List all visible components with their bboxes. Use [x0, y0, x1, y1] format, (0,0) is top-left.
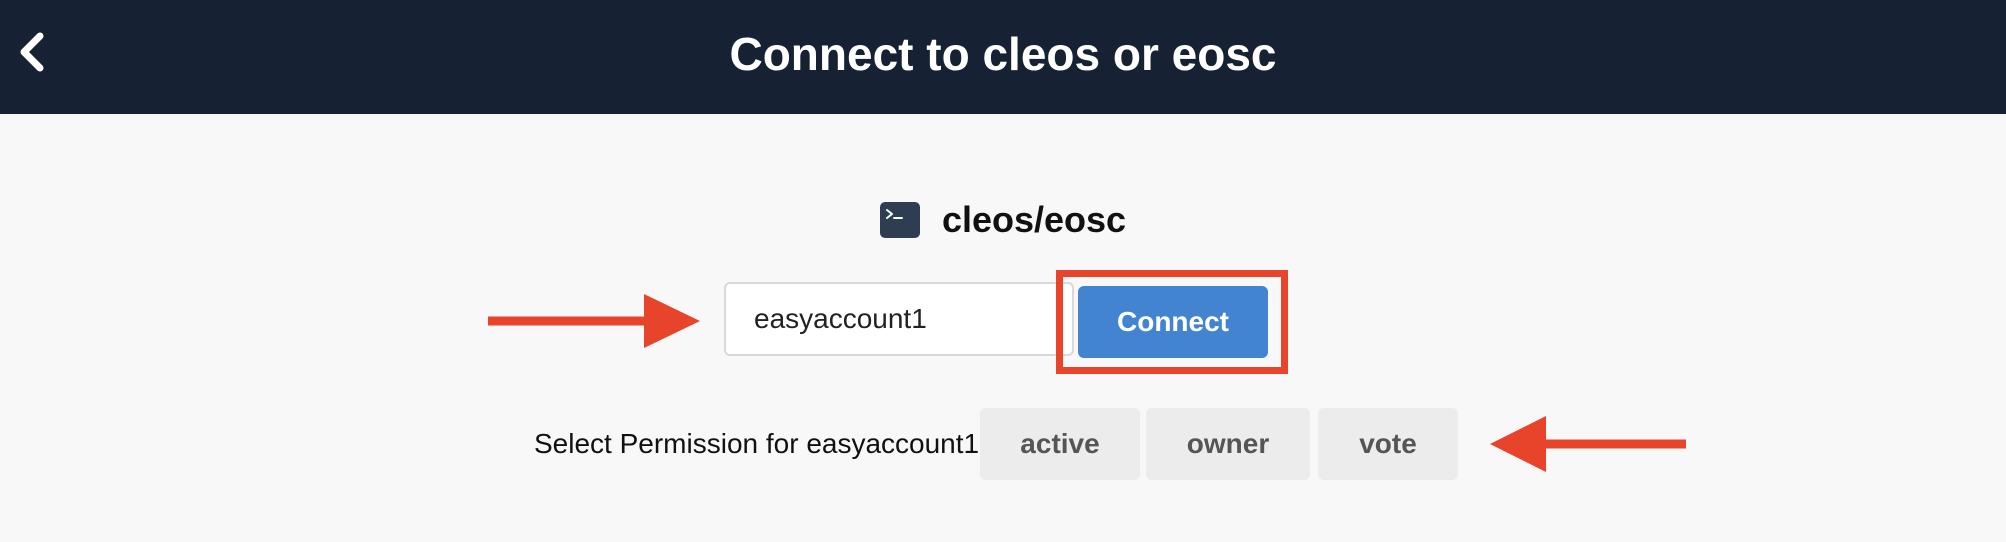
terminal-icon	[879, 202, 920, 238]
permission-label: Select Permission for easyaccount1:	[534, 428, 987, 459]
arrow-left-annotation-icon	[1490, 416, 1686, 472]
header-bar: Connect to cleos or eosc	[0, 0, 2006, 114]
permission-vote-button[interactable]: vote	[1318, 408, 1458, 480]
page-title: Connect to cleos or eosc	[729, 28, 1277, 80]
account-name-input[interactable]	[724, 282, 1074, 356]
app-heading: cleos/eosc	[0, 196, 2006, 244]
permission-active-button[interactable]: active	[980, 408, 1140, 480]
permission-owner-button[interactable]: owner	[1146, 408, 1310, 480]
connect-button[interactable]: Connect	[1078, 286, 1268, 358]
app-name: cleos/eosc	[941, 199, 1127, 240]
arrow-right-annotation-icon	[488, 294, 700, 348]
